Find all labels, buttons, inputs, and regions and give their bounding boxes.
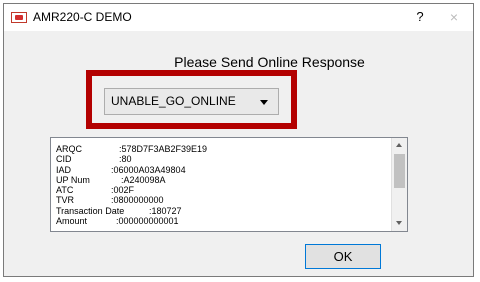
scroll-down-icon[interactable] bbox=[396, 221, 402, 225]
log-value: :578D7F3AB2F39E19 bbox=[119, 144, 208, 154]
scrollbar-thumb[interactable] bbox=[394, 154, 405, 188]
response-select[interactable]: UNABLE_GO_ONLINE bbox=[104, 88, 279, 115]
title-bar: AMR220-C DEMO ? × bbox=[4, 4, 473, 31]
ok-button[interactable]: OK bbox=[305, 244, 381, 269]
log-value: :002F bbox=[111, 185, 135, 196]
window-title: AMR220-C DEMO bbox=[33, 10, 132, 24]
close-button[interactable]: × bbox=[440, 6, 468, 28]
log-value: :000000000001 bbox=[116, 216, 179, 227]
app-icon bbox=[11, 12, 27, 23]
log-key: IAD bbox=[56, 164, 72, 175]
log-key: CID bbox=[56, 154, 72, 165]
log-key: Amount bbox=[56, 216, 88, 227]
log-key: ARQC bbox=[56, 144, 83, 154]
response-select-value: UNABLE_GO_ONLINE bbox=[111, 94, 236, 108]
log-value: :180727 bbox=[149, 205, 182, 216]
scroll-up-icon[interactable] bbox=[396, 143, 402, 147]
log-scrollbar[interactable] bbox=[391, 138, 407, 231]
help-button[interactable]: ? bbox=[408, 6, 432, 28]
log-value: :0800000000 bbox=[111, 195, 164, 206]
prompt-label: Please Send Online Response bbox=[4, 54, 473, 70]
chevron-down-icon bbox=[260, 100, 268, 105]
prompt-text: Please Send Online Response bbox=[174, 54, 365, 70]
log-key: UP Num bbox=[56, 174, 90, 185]
log-textarea[interactable]: ARQC :578D7F3AB2F39E19 CID :80 IAD :06000A0… bbox=[50, 137, 408, 232]
log-value: :06000A03A49804 bbox=[111, 164, 186, 175]
log-value: :A240098A bbox=[121, 174, 166, 185]
log-key: ATC bbox=[56, 185, 74, 196]
dialog-window: AMR220-C DEMO ? × Please Send Online Res… bbox=[3, 3, 474, 277]
log-key: TVR bbox=[56, 195, 74, 206]
log-value: :80 bbox=[119, 154, 132, 165]
log-key: Transaction Date bbox=[56, 205, 125, 216]
